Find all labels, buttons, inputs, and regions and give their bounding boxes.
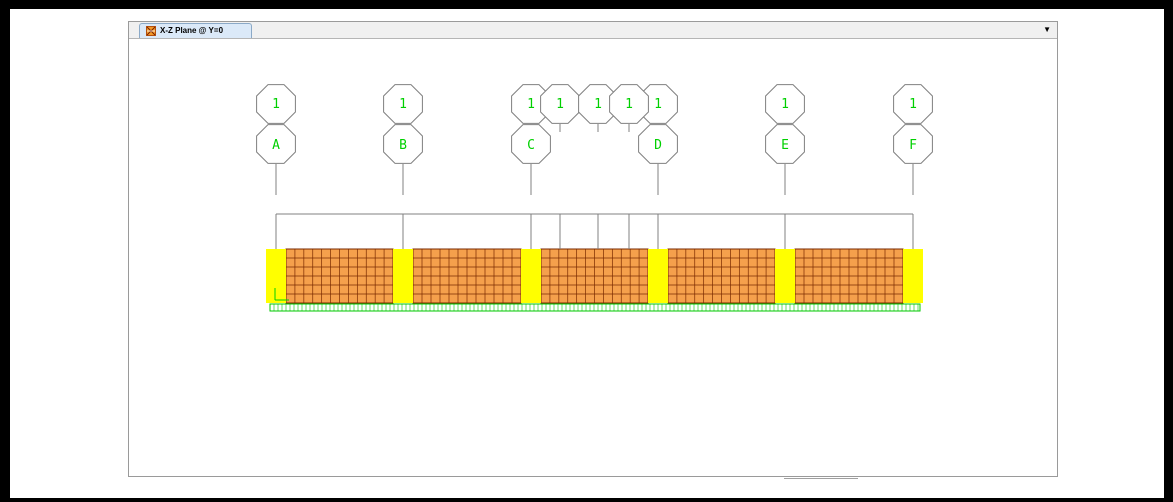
grid-bubble-level-label: 1 — [272, 97, 280, 112]
grid-bubble-axis-label: E — [781, 138, 789, 153]
grid-bubble-level-label: 1 — [625, 97, 633, 112]
grid-bubble-a: 1A — [256, 84, 296, 195]
frame-right-edge — [1164, 9, 1173, 502]
grid-bubble-f: 1F — [893, 84, 933, 195]
support-column — [775, 249, 795, 303]
grid-bubble-axis-label: A — [272, 138, 280, 153]
support-column — [266, 249, 286, 303]
grid-bubble-level-label: 1 — [654, 97, 662, 112]
support-column — [521, 249, 541, 303]
wall-panel — [794, 248, 904, 304]
wall-panel — [285, 248, 394, 304]
grid-bubble-level-label: 1 — [594, 97, 602, 112]
grid-bubble-level-label: 1 — [909, 97, 917, 112]
grid-bubble-axis-label: D — [654, 138, 662, 153]
grid-bubble-e: 1E — [765, 84, 805, 195]
support-column — [903, 249, 923, 303]
support-column — [648, 249, 668, 303]
support-column — [393, 249, 413, 303]
grid-bubble-intermediate: 1 — [540, 84, 580, 132]
wall-panel — [540, 248, 649, 304]
grid-bubble-level-label: 1 — [527, 97, 535, 112]
model-canvas[interactable]: 1A1B1C1D1E1F1 1 1 — [129, 22, 1057, 476]
model-view-window: X-Z Plane @ Y=0 ▼ 1A1B1C1D1E1F111 — [128, 21, 1058, 477]
status-divider — [784, 478, 858, 479]
grid-bubble-axis-label: F — [909, 138, 917, 153]
frame-top-edge — [0, 0, 1173, 9]
wall-panel — [667, 248, 776, 304]
frame-left-edge — [0, 9, 10, 502]
wall-panel — [412, 248, 522, 304]
grid-bubble-axis-label: C — [527, 138, 535, 153]
grid-bubble-intermediate: 1 — [609, 84, 649, 132]
grid-bubble-level-label: 1 — [781, 97, 789, 112]
grid-bubble-level-label: 1 — [556, 97, 564, 112]
frame-bottom-edge — [0, 498, 1173, 502]
grid-bubble-level-label: 1 — [399, 97, 407, 112]
ground-springs — [269, 303, 921, 312]
grid-bubble-b: 1B — [383, 84, 423, 195]
grid-bubble-axis-label: B — [399, 138, 407, 153]
